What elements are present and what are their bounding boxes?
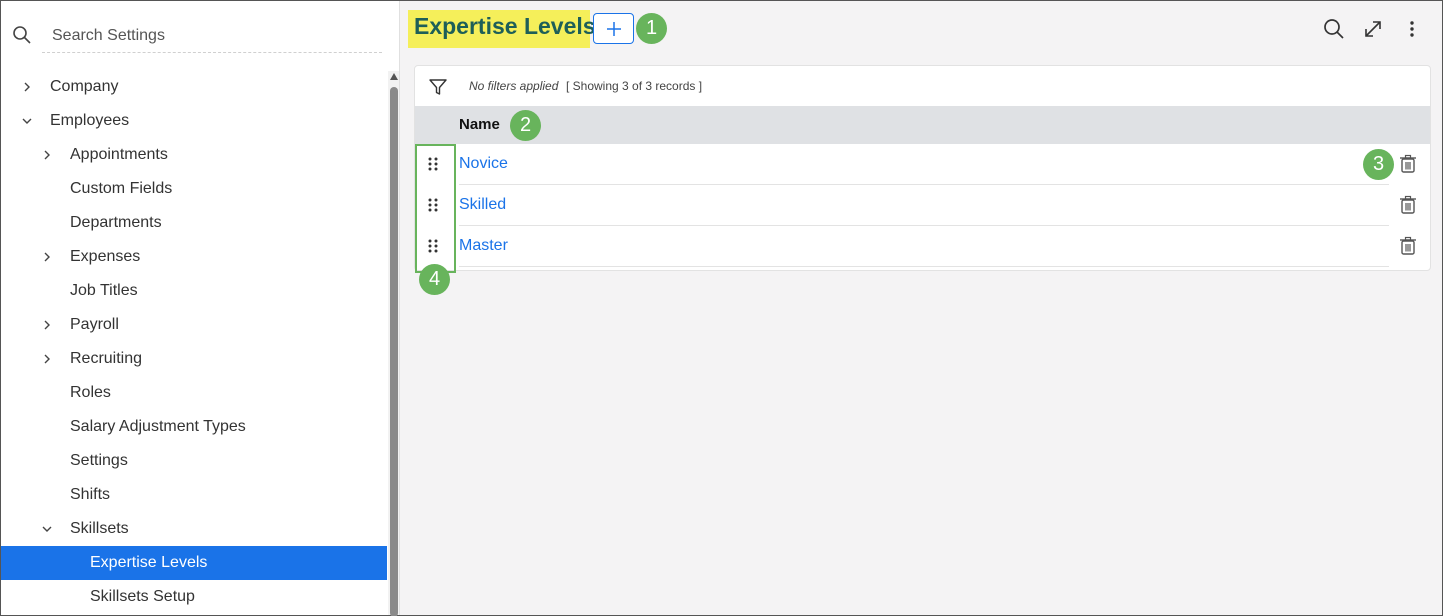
chevron-right-icon[interactable] xyxy=(41,353,53,365)
sidebar-item-settings[interactable]: Settings xyxy=(1,444,387,478)
sidebar-item-departments[interactable]: Departments xyxy=(1,206,387,240)
sidebar-item-appointments[interactable]: Appointments xyxy=(1,138,387,172)
records-count-text: [ Showing 3 of 3 records ] xyxy=(566,79,703,93)
row-divider xyxy=(459,266,1389,267)
search-icon xyxy=(13,26,31,44)
sidebar-item-label: Skillsets xyxy=(70,520,129,537)
sidebar-item-roles[interactable]: Roles xyxy=(1,376,387,410)
sidebar-item-label: Company xyxy=(50,78,119,95)
sidebar-item-label: Departments xyxy=(70,214,162,231)
main-panel: Expertise Levels 1 No filters applied [ … xyxy=(399,1,1442,615)
sidebar-item-custom-fields[interactable]: Custom Fields xyxy=(1,172,387,206)
chevron-down-icon[interactable] xyxy=(21,115,33,127)
sidebar-item-label: Expenses xyxy=(70,248,141,265)
sidebar-item-job-titles[interactable]: Job Titles xyxy=(1,274,387,308)
sidebar-item-label: Salary Adjustment Types xyxy=(70,418,246,435)
chevron-down-icon[interactable] xyxy=(41,523,53,535)
sidebar-item-recruiting[interactable]: Recruiting xyxy=(1,342,387,376)
scroll-up-arrow[interactable] xyxy=(390,73,398,80)
settings-sidebar: Company Employees Appointments Custom Field… xyxy=(1,1,399,616)
callout-badge-2: 2 xyxy=(510,110,541,141)
chevron-right-icon[interactable] xyxy=(41,251,53,263)
drag-handle-icon[interactable] xyxy=(426,238,440,254)
search-icon[interactable] xyxy=(1323,18,1345,40)
callout-badge-4: 4 xyxy=(419,264,450,295)
records-card: No filters applied [ Showing 3 of 3 reco… xyxy=(414,65,1431,295)
callout-badge-3: 3 xyxy=(1363,149,1394,180)
search-settings-input[interactable] xyxy=(42,19,382,53)
trash-icon[interactable] xyxy=(1399,236,1417,256)
sidebar-item-label: Employees xyxy=(50,112,130,129)
sidebar-item-label: Job Titles xyxy=(70,282,138,299)
sidebar-item-label: Appointments xyxy=(70,146,168,163)
table-row: Novice xyxy=(415,144,1430,185)
trash-icon[interactable] xyxy=(1399,195,1417,215)
drag-handle-icon[interactable] xyxy=(426,156,440,172)
row-name-link[interactable]: Novice xyxy=(459,155,508,173)
sidebar-item-label: Roles xyxy=(70,384,111,401)
page-title: Expertise Levels xyxy=(414,13,596,39)
sidebar-item-label: Payroll xyxy=(70,316,119,333)
callout-badge-1: 1 xyxy=(636,13,667,44)
sidebar-item-label: Custom Fields xyxy=(70,180,173,197)
row-name-link[interactable]: Master xyxy=(459,237,508,255)
sidebar-item-label: Expertise Levels xyxy=(90,554,208,571)
sidebar-item-skillsets-setup[interactable]: Skillsets Setup xyxy=(1,580,387,614)
sidebar-item-label: Settings xyxy=(70,452,128,469)
chevron-right-icon[interactable] xyxy=(41,319,53,331)
add-expertise-level-button[interactable] xyxy=(593,13,634,44)
scrollbar-thumb[interactable] xyxy=(390,87,398,616)
row-name-link[interactable]: Skilled xyxy=(459,196,506,214)
sidebar-item-expenses[interactable]: Expenses xyxy=(1,240,387,274)
more-vertical-icon[interactable] xyxy=(1401,18,1423,40)
column-header-name[interactable]: Name xyxy=(459,116,500,133)
table-header: Name xyxy=(415,106,1430,144)
chevron-right-icon[interactable] xyxy=(41,149,53,161)
sidebar-item-payroll[interactable]: Payroll xyxy=(1,308,387,342)
filter-status-text: No filters applied xyxy=(469,79,559,93)
filter-bar: No filters applied [ Showing 3 of 3 reco… xyxy=(415,66,1430,106)
settings-tree: Company Employees Appointments Custom Field… xyxy=(1,70,387,614)
table-row: Master xyxy=(415,226,1430,267)
drag-handle-icon[interactable] xyxy=(426,197,440,213)
filter-icon[interactable] xyxy=(428,77,448,97)
search-row xyxy=(1,15,399,55)
trash-icon[interactable] xyxy=(1399,154,1417,174)
plus-icon xyxy=(606,21,621,36)
sidebar-item-label: Skillsets Setup xyxy=(90,588,195,605)
table-row: Skilled xyxy=(415,185,1430,226)
sidebar-item-expertise-levels[interactable]: Expertise Levels xyxy=(1,546,387,580)
sidebar-item-shifts[interactable]: Shifts xyxy=(1,478,387,512)
sidebar-item-employees[interactable]: Employees xyxy=(1,104,387,138)
sidebar-item-skillsets[interactable]: Skillsets xyxy=(1,512,387,546)
sidebar-item-salary-adjustment-types[interactable]: Salary Adjustment Types xyxy=(1,410,387,444)
sidebar-item-company[interactable]: Company xyxy=(1,70,387,104)
chevron-right-icon[interactable] xyxy=(21,81,33,93)
sidebar-item-label: Recruiting xyxy=(70,350,143,367)
expand-icon[interactable] xyxy=(1362,18,1384,40)
sidebar-item-label: Shifts xyxy=(70,486,111,503)
